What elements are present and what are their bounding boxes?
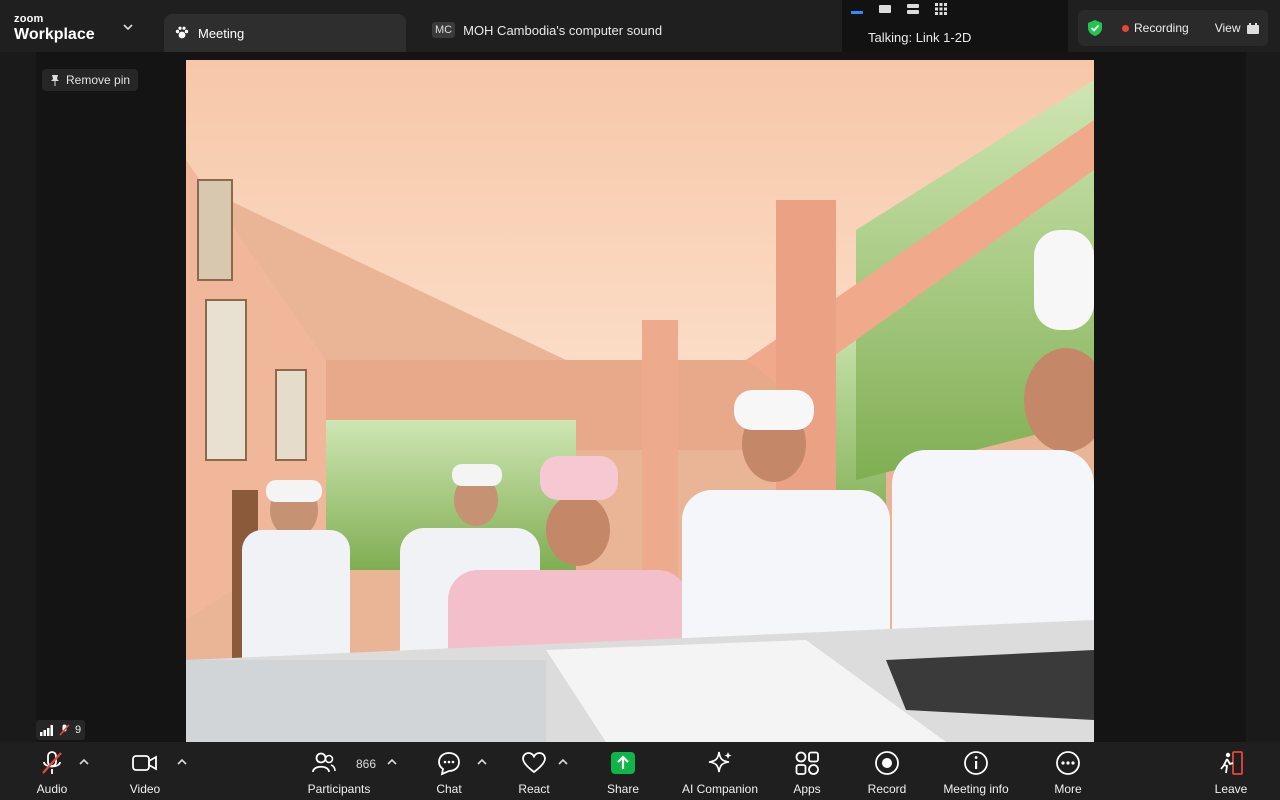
record-icon [875,751,899,775]
info-icon [964,751,988,775]
chat-button[interactable]: Chat [409,750,489,796]
chat-label: Chat [436,782,462,796]
more-dots-icon [1056,751,1080,775]
tab-shared-screen[interactable]: MC MOH Cambodia's computer sound [432,22,662,38]
sharer-initials-badge: MC [432,22,456,38]
heart-icon [522,752,546,774]
recording-indicator[interactable]: Recording [1134,21,1189,35]
participants-options-chevron-up-icon[interactable] [387,758,397,766]
mic-muted-icon [42,751,62,774]
tab-meeting-label: Meeting [198,25,245,41]
share-button[interactable]: Share [583,750,663,796]
active-speaker-status: Talking: Link 1-2D [868,30,972,45]
leave-button[interactable]: Leave [1191,750,1271,796]
video-feed-image [186,60,1094,742]
video-label: Video [129,782,161,796]
layout-switcher: Talking: Link 1-2D [842,0,1068,52]
network-audio-status[interactable]: 9 [36,720,86,740]
shield-check-icon[interactable] [1086,19,1104,37]
participants-label: Participants [307,782,371,796]
pinned-participant-video[interactable] [186,60,1094,742]
gallery-1-icon[interactable] [878,2,892,16]
share-screen-icon [611,752,635,774]
react-label: React [518,782,550,796]
apps-button[interactable]: Apps [767,750,847,796]
leave-label: Leave [1214,782,1248,796]
audio-options-chevron-up-icon[interactable] [79,758,89,766]
video-camera-icon [132,755,157,771]
view-button[interactable]: View [1215,21,1259,35]
view-grid-icon [1246,22,1259,34]
gallery-grid-icon[interactable] [934,2,948,16]
brand-line-2: Workplace [14,26,95,43]
meeting-info-button[interactable]: Meeting info [926,750,1026,796]
chat-options-chevron-up-icon[interactable] [477,758,487,766]
muted-count: 9 [75,724,82,736]
tab-shared-screen-label: MOH Cambodia's computer sound [463,22,663,38]
video-button[interactable]: Video [105,750,185,796]
top-bar: zoom Workplace Meeting MC MOH Cambodia's… [0,0,1280,52]
pin-icon [51,75,59,86]
record-label: Record [867,782,907,796]
recording-dot-icon [1122,24,1129,32]
ai-companion-button[interactable]: AI Companion [670,750,770,796]
participants-count-badge: 866 [356,757,377,771]
tab-meeting[interactable]: Meeting [164,14,406,52]
remove-pin-label: Remove pin [66,73,131,87]
signal-bars-icon [40,724,53,736]
record-button[interactable]: Record [847,750,927,796]
apps-label: Apps [793,782,821,796]
share-label: Share [606,782,640,796]
ai-sparkle-icon [708,751,732,773]
more-label: More [1054,782,1082,796]
react-button[interactable]: React [494,750,574,796]
audio-label: Audio [36,782,68,796]
react-options-chevron-up-icon[interactable] [558,758,568,766]
participants-paw-icon [175,26,189,39]
brand-line-1: zoom [14,13,44,25]
participants-icon [312,752,336,773]
speaker-view-icon[interactable] [850,2,864,16]
view-button-label: View [1214,21,1241,35]
audio-button[interactable]: Audio [12,750,92,796]
chevron-down-icon[interactable] [122,22,134,32]
recording-panel: Recording View [1078,10,1268,46]
zoom-meeting-window: zoom Workplace Meeting MC MOH Cambodia's… [0,0,1280,800]
more-button[interactable]: More [1028,750,1108,796]
remove-pin-button[interactable]: Remove pin [42,69,139,91]
chat-bubble-icon [438,752,460,776]
apps-icon [795,751,819,775]
mic-muted-icon [59,724,70,736]
meeting-info-label: Meeting info [943,782,1009,796]
ai-companion-label: AI Companion [681,782,759,796]
zoom-workplace-logo[interactable]: zoom Workplace [14,14,95,43]
gallery-2-icon[interactable] [906,2,920,16]
meeting-toolbar: Audio Video Participants 866 Chat React … [0,742,1280,800]
video-options-chevron-up-icon[interactable] [177,758,187,766]
leave-door-icon [1220,751,1243,775]
